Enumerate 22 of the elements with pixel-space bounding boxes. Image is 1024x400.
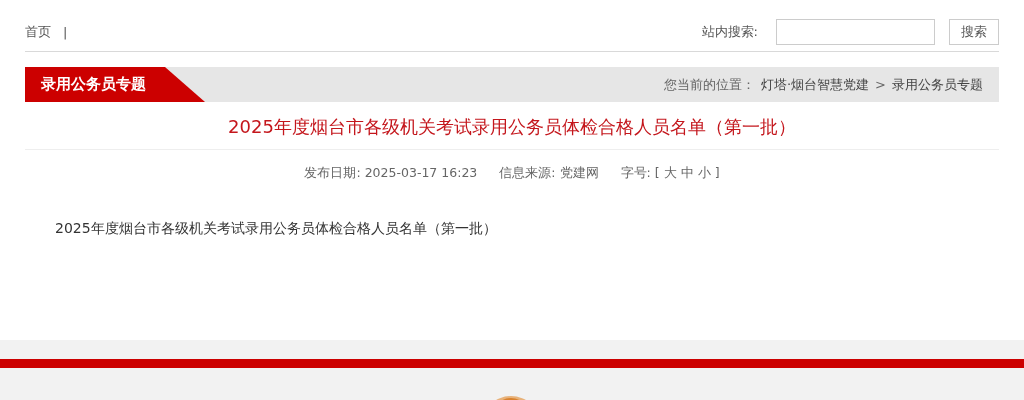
font-size-link[interactable]: 小 [697, 165, 711, 182]
search-label: 站内搜索: [701, 23, 758, 41]
location-label: 您当前的位置： [663, 75, 755, 94]
section-title: 录用公务员专题 [25, 67, 205, 102]
search-field[interactable] [776, 19, 935, 45]
article-body: 2025年度烟台市各级机关考试录用公务员体检合格人员名单（第一批） [55, 220, 498, 238]
meta-value: 2025-03-17 16:23 [364, 165, 478, 182]
font-size-label: 字号: [620, 165, 651, 182]
font-size-link[interactable]: 中 [680, 165, 694, 182]
meta-value: 党建网 [559, 165, 599, 182]
bracket: [ [654, 165, 660, 182]
font-size-link[interactable]: 大 [663, 165, 677, 182]
search-button[interactable]: 搜索 [949, 19, 999, 45]
meta-label: 信息来源: [499, 165, 556, 182]
breadcrumb-link[interactable]: 灯塔·烟台智慧党建 [760, 75, 870, 94]
article-title: 2025年度烟台市各级机关考试录用公务员体检合格人员名单（第一批） [25, 102, 999, 150]
meta-label: 发布日期: [304, 165, 361, 182]
breadcrumb-separator: > [875, 77, 886, 92]
bracket: ] [714, 165, 720, 182]
breadcrumb-link[interactable]: 录用公务员专题 [892, 75, 983, 94]
home-link[interactable]: 首页 [25, 23, 51, 41]
nav-separator: | [63, 24, 68, 40]
